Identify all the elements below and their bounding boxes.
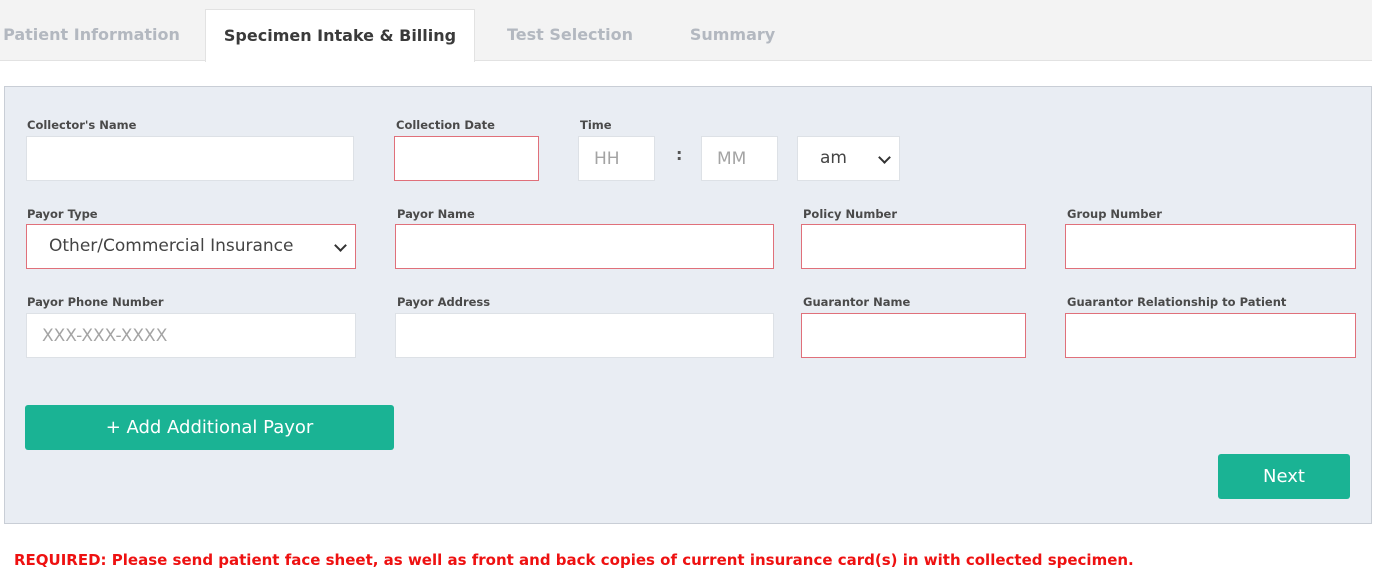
payor-address-input[interactable] xyxy=(395,313,774,358)
collection-date-label: Collection Date xyxy=(396,118,495,132)
add-additional-payor-button[interactable]: + Add Additional Payor xyxy=(25,405,394,450)
collector-name-label: Collector's Name xyxy=(27,118,137,132)
guarantor-relationship-label: Guarantor Relationship to Patient xyxy=(1067,295,1287,309)
minute-input[interactable] xyxy=(701,136,778,181)
ampm-select[interactable]: am xyxy=(797,136,900,181)
group-number-input[interactable] xyxy=(1065,224,1356,269)
next-button[interactable]: Next xyxy=(1218,454,1350,499)
collector-name-input[interactable] xyxy=(26,136,354,181)
payor-phone-label: Payor Phone Number xyxy=(27,295,164,309)
tab-test-selection[interactable]: Test Selection xyxy=(495,9,645,61)
payor-type-select[interactable]: Other/Commercial Insurance xyxy=(26,224,356,269)
policy-number-label: Policy Number xyxy=(803,207,898,221)
guarantor-name-input[interactable] xyxy=(801,313,1026,358)
payor-address-label: Payor Address xyxy=(397,295,491,309)
tab-specimen-intake-billing[interactable]: Specimen Intake & Billing xyxy=(205,9,475,62)
payor-type-value: Other/Commercial Insurance xyxy=(49,236,294,256)
payor-name-input[interactable] xyxy=(395,224,774,269)
collection-date-input[interactable] xyxy=(394,136,539,181)
chevron-down-icon xyxy=(878,151,891,164)
time-separator: : xyxy=(676,145,683,164)
specimen-billing-form: Collector's Name Collection Date Time : … xyxy=(4,86,1372,524)
chevron-down-icon xyxy=(334,239,347,252)
tab-summary[interactable]: Summary xyxy=(670,9,795,61)
time-label: Time xyxy=(580,118,612,132)
payor-name-label: Payor Name xyxy=(397,207,475,221)
policy-number-input[interactable] xyxy=(801,224,1026,269)
tab-patient-information[interactable]: Patient Information xyxy=(0,9,183,61)
guarantor-name-label: Guarantor Name xyxy=(803,295,911,309)
ampm-value: am xyxy=(820,148,847,168)
required-notice: REQUIRED: Please send patient face sheet… xyxy=(14,551,1134,569)
tab-bar: Patient Information Specimen Intake & Bi… xyxy=(0,0,1372,62)
payor-phone-input[interactable] xyxy=(26,313,356,358)
group-number-label: Group Number xyxy=(1067,207,1162,221)
guarantor-relationship-input[interactable] xyxy=(1065,313,1356,358)
payor-type-label: Payor Type xyxy=(27,207,98,221)
hour-input[interactable] xyxy=(578,136,655,181)
